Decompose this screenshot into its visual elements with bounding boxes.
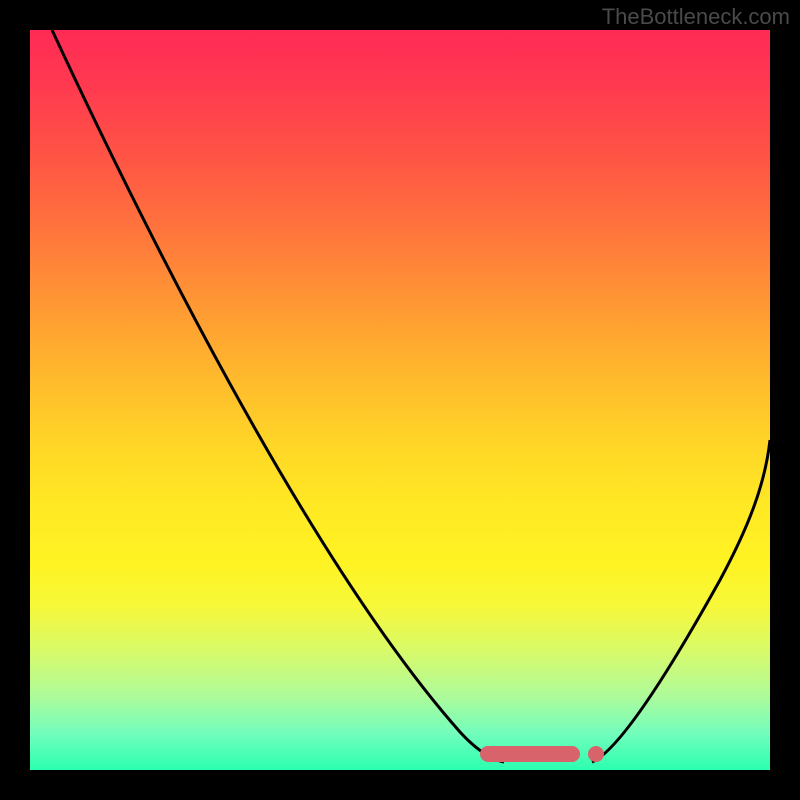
bottleneck-curve [30,30,770,770]
basin-highlight-line [480,746,580,762]
watermark-text: TheBottleneck.com [602,4,790,30]
chart-plot-area [30,30,770,770]
curve-left-branch [52,30,504,762]
basin-highlight-dot [588,746,604,762]
curve-right-branch [592,440,770,762]
